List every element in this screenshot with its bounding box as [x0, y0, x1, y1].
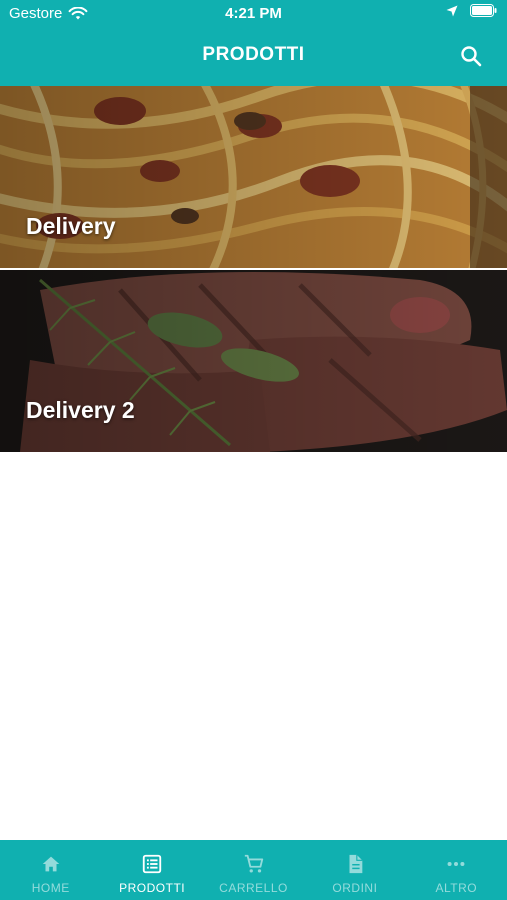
tab-label: CARRELLO	[219, 881, 288, 895]
search-icon	[461, 46, 482, 67]
page-title: PRODOTTI	[202, 44, 305, 65]
category-label: Delivery 2	[26, 397, 135, 423]
document-icon	[349, 854, 363, 874]
status-right	[446, 4, 497, 17]
tab-label: ALTRO	[435, 881, 478, 895]
status-bar: Gestore 4:21 PM	[0, 0, 507, 28]
tab-label: HOME	[31, 881, 70, 895]
more-icon	[447, 861, 465, 867]
tab-altro[interactable]: ALTRO	[406, 840, 507, 900]
search-button[interactable]	[459, 44, 483, 68]
card-overlay	[0, 86, 507, 268]
battery-icon	[470, 4, 497, 17]
tab-label: PRODOTTI	[119, 881, 186, 895]
status-time: 4:21 PM	[225, 5, 282, 22]
tab-label: ORDINI	[332, 881, 378, 895]
category-label: Delivery	[26, 213, 116, 239]
app-header: Gestore 4:21 PM PRODOTTI	[0, 0, 507, 86]
category-card-delivery-2[interactable]: Delivery 2	[0, 270, 507, 452]
tab-prodotti[interactable]: PRODOTTI	[101, 840, 202, 900]
card-overlay	[0, 270, 507, 452]
tab-bar: HOME PRODOTTI CARRELLO ORDINI ALTRO	[0, 840, 507, 900]
tab-ordini[interactable]: ORDINI	[304, 840, 405, 900]
cart-icon	[244, 854, 263, 873]
location-arrow-icon	[446, 5, 458, 16]
tab-home[interactable]: HOME	[0, 840, 101, 900]
tab-carrello[interactable]: CARRELLO	[203, 840, 304, 900]
category-card-delivery[interactable]: Delivery	[0, 86, 507, 268]
list-icon	[142, 854, 162, 874]
home-icon	[42, 856, 59, 872]
